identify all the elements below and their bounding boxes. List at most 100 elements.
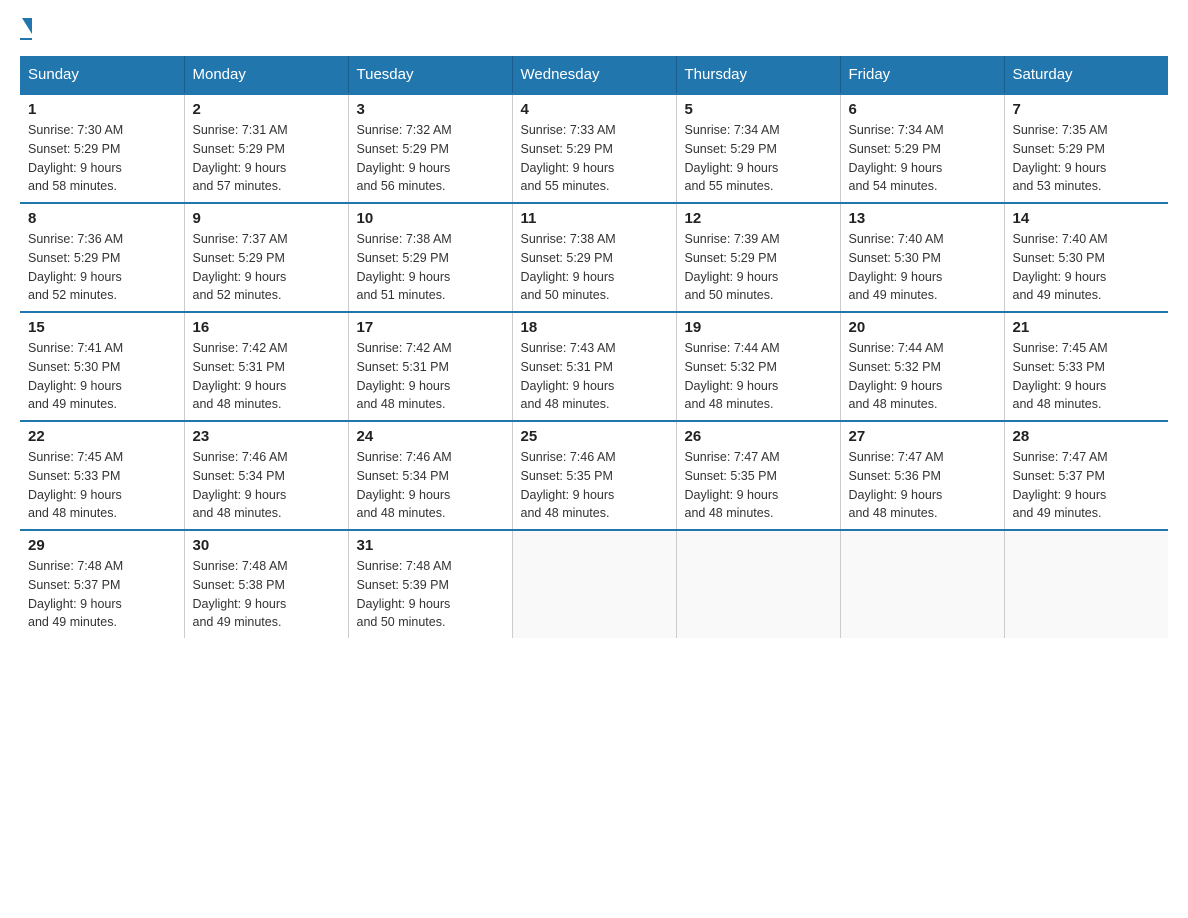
day-info: Sunrise: 7:39 AMSunset: 5:29 PMDaylight:…: [685, 230, 832, 305]
week-row-4: 22 Sunrise: 7:45 AMSunset: 5:33 PMDaylig…: [20, 421, 1168, 530]
day-number: 30: [193, 537, 340, 554]
calendar-cell: 3 Sunrise: 7:32 AMSunset: 5:29 PMDayligh…: [348, 94, 512, 203]
day-number: 11: [521, 210, 668, 227]
day-number: 12: [685, 210, 832, 227]
calendar-cell: 31 Sunrise: 7:48 AMSunset: 5:39 PMDaylig…: [348, 530, 512, 638]
day-info: Sunrise: 7:38 AMSunset: 5:29 PMDaylight:…: [521, 230, 668, 305]
day-info: Sunrise: 7:40 AMSunset: 5:30 PMDaylight:…: [1013, 230, 1161, 305]
day-number: 16: [193, 319, 340, 336]
day-info: Sunrise: 7:31 AMSunset: 5:29 PMDaylight:…: [193, 121, 340, 196]
day-number: 5: [685, 101, 832, 118]
day-info: Sunrise: 7:46 AMSunset: 5:34 PMDaylight:…: [193, 448, 340, 523]
calendar-cell: [1004, 530, 1168, 638]
calendar-cell: 29 Sunrise: 7:48 AMSunset: 5:37 PMDaylig…: [20, 530, 184, 638]
logo-underline: [20, 38, 32, 40]
day-info: Sunrise: 7:47 AMSunset: 5:36 PMDaylight:…: [849, 448, 996, 523]
day-number: 14: [1013, 210, 1161, 227]
day-number: 8: [28, 210, 176, 227]
day-info: Sunrise: 7:42 AMSunset: 5:31 PMDaylight:…: [193, 339, 340, 414]
day-info: Sunrise: 7:44 AMSunset: 5:32 PMDaylight:…: [849, 339, 996, 414]
calendar-cell: 17 Sunrise: 7:42 AMSunset: 5:31 PMDaylig…: [348, 312, 512, 421]
calendar-cell: 19 Sunrise: 7:44 AMSunset: 5:32 PMDaylig…: [676, 312, 840, 421]
day-info: Sunrise: 7:34 AMSunset: 5:29 PMDaylight:…: [849, 121, 996, 196]
calendar-cell: 12 Sunrise: 7:39 AMSunset: 5:29 PMDaylig…: [676, 203, 840, 312]
calendar-cell: 8 Sunrise: 7:36 AMSunset: 5:29 PMDayligh…: [20, 203, 184, 312]
calendar-cell: 18 Sunrise: 7:43 AMSunset: 5:31 PMDaylig…: [512, 312, 676, 421]
day-info: Sunrise: 7:46 AMSunset: 5:34 PMDaylight:…: [357, 448, 504, 523]
day-number: 23: [193, 428, 340, 445]
day-number: 27: [849, 428, 996, 445]
day-number: 9: [193, 210, 340, 227]
calendar-cell: 16 Sunrise: 7:42 AMSunset: 5:31 PMDaylig…: [184, 312, 348, 421]
calendar-cell: 10 Sunrise: 7:38 AMSunset: 5:29 PMDaylig…: [348, 203, 512, 312]
day-number: 13: [849, 210, 996, 227]
calendar-cell: 4 Sunrise: 7:33 AMSunset: 5:29 PMDayligh…: [512, 94, 676, 203]
day-number: 18: [521, 319, 668, 336]
day-info: Sunrise: 7:45 AMSunset: 5:33 PMDaylight:…: [28, 448, 176, 523]
page-header: [20, 20, 1168, 40]
day-info: Sunrise: 7:47 AMSunset: 5:35 PMDaylight:…: [685, 448, 832, 523]
day-number: 19: [685, 319, 832, 336]
calendar-cell: 20 Sunrise: 7:44 AMSunset: 5:32 PMDaylig…: [840, 312, 1004, 421]
day-number: 26: [685, 428, 832, 445]
day-info: Sunrise: 7:41 AMSunset: 5:30 PMDaylight:…: [28, 339, 176, 414]
week-row-5: 29 Sunrise: 7:48 AMSunset: 5:37 PMDaylig…: [20, 530, 1168, 638]
day-info: Sunrise: 7:48 AMSunset: 5:37 PMDaylight:…: [28, 557, 176, 632]
calendar-cell: 11 Sunrise: 7:38 AMSunset: 5:29 PMDaylig…: [512, 203, 676, 312]
day-info: Sunrise: 7:34 AMSunset: 5:29 PMDaylight:…: [685, 121, 832, 196]
day-number: 3: [357, 101, 504, 118]
calendar-cell: 6 Sunrise: 7:34 AMSunset: 5:29 PMDayligh…: [840, 94, 1004, 203]
calendar-cell: 26 Sunrise: 7:47 AMSunset: 5:35 PMDaylig…: [676, 421, 840, 530]
day-number: 15: [28, 319, 176, 336]
day-number: 7: [1013, 101, 1161, 118]
calendar-cell: 25 Sunrise: 7:46 AMSunset: 5:35 PMDaylig…: [512, 421, 676, 530]
calendar-cell: [512, 530, 676, 638]
calendar-cell: 21 Sunrise: 7:45 AMSunset: 5:33 PMDaylig…: [1004, 312, 1168, 421]
header-wednesday: Wednesday: [512, 56, 676, 94]
day-number: 21: [1013, 319, 1161, 336]
calendar-header-row: SundayMondayTuesdayWednesdayThursdayFrid…: [20, 56, 1168, 94]
day-info: Sunrise: 7:44 AMSunset: 5:32 PMDaylight:…: [685, 339, 832, 414]
header-tuesday: Tuesday: [348, 56, 512, 94]
calendar-cell: 7 Sunrise: 7:35 AMSunset: 5:29 PMDayligh…: [1004, 94, 1168, 203]
day-number: 31: [357, 537, 504, 554]
calendar-cell: [676, 530, 840, 638]
day-number: 1: [28, 101, 176, 118]
day-info: Sunrise: 7:42 AMSunset: 5:31 PMDaylight:…: [357, 339, 504, 414]
day-info: Sunrise: 7:33 AMSunset: 5:29 PMDaylight:…: [521, 121, 668, 196]
day-info: Sunrise: 7:40 AMSunset: 5:30 PMDaylight:…: [849, 230, 996, 305]
logo-triangle-icon: [22, 18, 32, 34]
header-sunday: Sunday: [20, 56, 184, 94]
calendar-cell: 2 Sunrise: 7:31 AMSunset: 5:29 PMDayligh…: [184, 94, 348, 203]
day-info: Sunrise: 7:48 AMSunset: 5:38 PMDaylight:…: [193, 557, 340, 632]
logo: [20, 20, 32, 40]
day-number: 29: [28, 537, 176, 554]
calendar-cell: 14 Sunrise: 7:40 AMSunset: 5:30 PMDaylig…: [1004, 203, 1168, 312]
calendar-cell: 30 Sunrise: 7:48 AMSunset: 5:38 PMDaylig…: [184, 530, 348, 638]
day-number: 20: [849, 319, 996, 336]
day-info: Sunrise: 7:32 AMSunset: 5:29 PMDaylight:…: [357, 121, 504, 196]
day-number: 2: [193, 101, 340, 118]
day-info: Sunrise: 7:48 AMSunset: 5:39 PMDaylight:…: [357, 557, 504, 632]
day-info: Sunrise: 7:30 AMSunset: 5:29 PMDaylight:…: [28, 121, 176, 196]
day-info: Sunrise: 7:36 AMSunset: 5:29 PMDaylight:…: [28, 230, 176, 305]
calendar-cell: [840, 530, 1004, 638]
day-info: Sunrise: 7:43 AMSunset: 5:31 PMDaylight:…: [521, 339, 668, 414]
day-number: 24: [357, 428, 504, 445]
day-number: 17: [357, 319, 504, 336]
day-info: Sunrise: 7:38 AMSunset: 5:29 PMDaylight:…: [357, 230, 504, 305]
calendar-table: SundayMondayTuesdayWednesdayThursdayFrid…: [20, 56, 1168, 638]
header-saturday: Saturday: [1004, 56, 1168, 94]
calendar-cell: 9 Sunrise: 7:37 AMSunset: 5:29 PMDayligh…: [184, 203, 348, 312]
day-number: 6: [849, 101, 996, 118]
calendar-cell: 24 Sunrise: 7:46 AMSunset: 5:34 PMDaylig…: [348, 421, 512, 530]
day-info: Sunrise: 7:46 AMSunset: 5:35 PMDaylight:…: [521, 448, 668, 523]
calendar-cell: 13 Sunrise: 7:40 AMSunset: 5:30 PMDaylig…: [840, 203, 1004, 312]
day-number: 28: [1013, 428, 1161, 445]
day-number: 4: [521, 101, 668, 118]
week-row-1: 1 Sunrise: 7:30 AMSunset: 5:29 PMDayligh…: [20, 94, 1168, 203]
day-info: Sunrise: 7:47 AMSunset: 5:37 PMDaylight:…: [1013, 448, 1161, 523]
day-info: Sunrise: 7:35 AMSunset: 5:29 PMDaylight:…: [1013, 121, 1161, 196]
day-number: 22: [28, 428, 176, 445]
calendar-cell: 28 Sunrise: 7:47 AMSunset: 5:37 PMDaylig…: [1004, 421, 1168, 530]
